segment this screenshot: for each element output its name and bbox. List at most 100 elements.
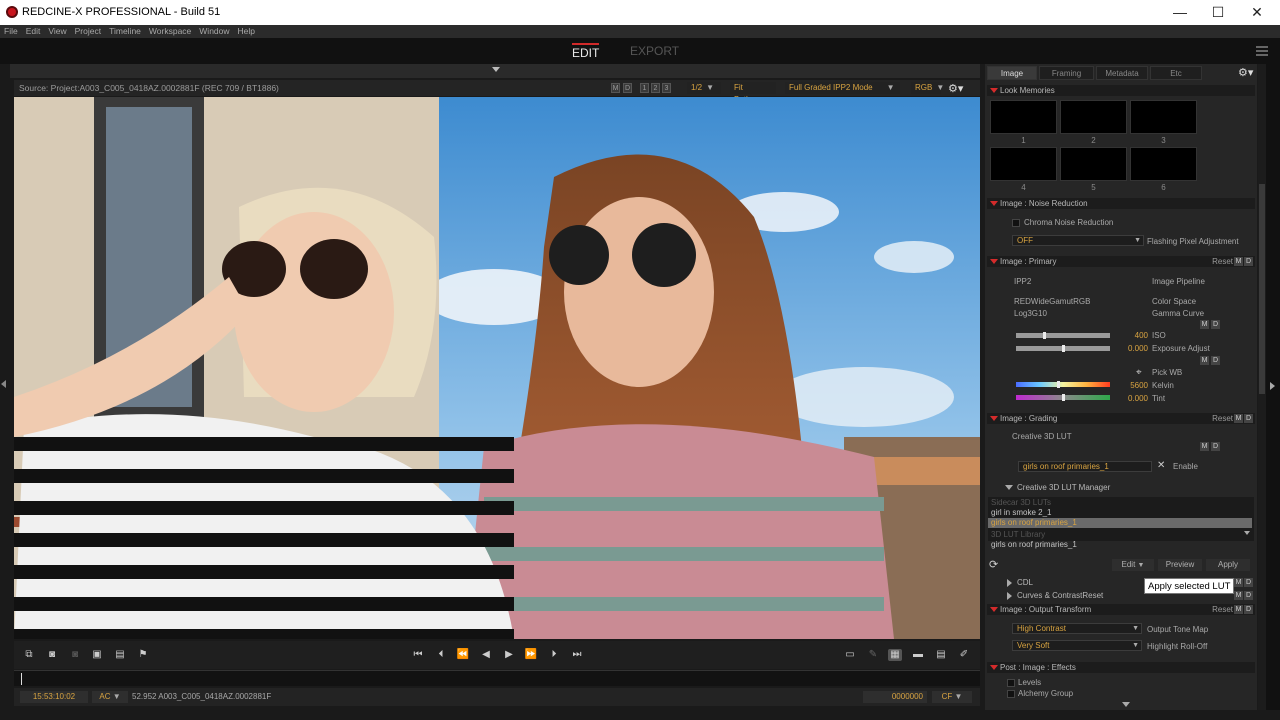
playhead[interactable] <box>21 673 22 685</box>
section-look-memories[interactable]: Look Memories <box>987 85 1255 96</box>
scroll-down-icon[interactable] <box>1244 531 1250 535</box>
timecode-mode-dropdown[interactable]: AC ▼ <box>92 691 128 703</box>
lut-list[interactable]: Sidecar 3D LUTs girl in smoke 2_1 girls … <box>988 497 1254 541</box>
alchemy-checkbox[interactable] <box>1007 690 1015 698</box>
zoom-dropdown[interactable]: 1/2 ▼ <box>687 82 721 94</box>
output-d-button[interactable]: D <box>1244 605 1253 614</box>
curves-reset-button[interactable]: Reset <box>1082 591 1103 600</box>
pick-wb-label[interactable]: Pick WB <box>1152 368 1182 377</box>
panel-settings-gear-icon[interactable]: ⚙▾ <box>1238 66 1253 79</box>
look-memory-slot-5[interactable] <box>1060 147 1127 181</box>
look-memory-slot-4[interactable] <box>990 147 1057 181</box>
menu-view[interactable]: View <box>44 25 70 38</box>
lut-list-item-selected[interactable]: girls on roof primaries_1 <box>988 518 1252 528</box>
cdl-d-button[interactable]: D <box>1244 578 1253 587</box>
section-noise-reduction[interactable]: Image : Noise Reduction <box>987 198 1255 209</box>
menu-window[interactable]: Window <box>195 25 233 38</box>
colorspace-value[interactable]: REDWideGamutRGB <box>1014 297 1090 306</box>
tint-value[interactable]: 0.000 <box>1114 394 1148 403</box>
frame-mode-dropdown[interactable]: CF ▼ <box>932 691 972 703</box>
section-output-transform[interactable]: Image : Output Transform Reset M D <box>987 604 1255 615</box>
lut-manager-header[interactable]: Creative 3D LUT Manager <box>987 482 1255 493</box>
snapshot-icon[interactable]: ◙ <box>45 649 59 661</box>
section-effects[interactable]: Post : Image : Effects <box>987 662 1255 673</box>
panel-scroll-down-icon[interactable] <box>1122 702 1130 707</box>
collapse-down-icon[interactable] <box>492 67 500 72</box>
lut-list-item[interactable]: girl in smoke 2_1 <box>991 508 1051 517</box>
grading-d-button[interactable]: D <box>1244 414 1253 423</box>
go-to-end-icon[interactable]: ⏭ <box>570 649 584 661</box>
framing-icon[interactable]: ▬ <box>911 649 925 661</box>
section-primary[interactable]: Image : Primary Reset M D <box>987 256 1255 267</box>
look-memory-slot-3[interactable] <box>1130 100 1197 134</box>
lut-list-item[interactable]: girls on roof primaries_1 <box>991 540 1077 549</box>
clip-tool-icon[interactable]: ⧉ <box>22 649 36 661</box>
page-1-button[interactable]: 1 <box>640 83 649 93</box>
cdl-m-button[interactable]: M <box>1234 578 1243 587</box>
slider-knob[interactable] <box>1062 394 1065 401</box>
r3d-icon[interactable]: ▣ <box>90 649 104 661</box>
slider-knob[interactable] <box>1062 345 1065 352</box>
primary-d-button[interactable]: D <box>1244 257 1253 266</box>
previous-mark-icon[interactable]: ⏴ <box>434 649 448 661</box>
lut-m-button[interactable]: M <box>1200 442 1209 451</box>
maximize-button[interactable]: ☐ <box>1198 0 1238 25</box>
rolloff-dropdown[interactable]: Very Soft ▼ <box>1012 640 1142 651</box>
look-memory-slot-6[interactable] <box>1130 147 1197 181</box>
menu-timeline[interactable]: Timeline <box>105 25 145 38</box>
tab-framing[interactable]: Framing <box>1039 66 1094 80</box>
step-back-icon[interactable]: ◀ <box>479 649 493 661</box>
expand-right-icon[interactable] <box>1270 382 1275 390</box>
iso-value[interactable]: 400 <box>1114 331 1148 340</box>
split-view-icon[interactable]: ▤ <box>934 649 948 661</box>
levels-checkbox[interactable] <box>1007 679 1015 687</box>
kelvin-value[interactable]: 5600 <box>1114 381 1148 390</box>
fit-dropdown[interactable]: Fit Both▼ <box>730 82 776 104</box>
menu-project[interactable]: Project <box>71 25 105 38</box>
scrollbar-thumb[interactable] <box>1259 184 1265 394</box>
exposure-value[interactable]: 0.000 <box>1114 344 1148 353</box>
viewer-settings-gear-icon[interactable]: ⚙▾ <box>948 82 963 95</box>
chroma-noise-checkbox[interactable] <box>1012 219 1020 227</box>
gamma-value[interactable]: Log3G10 <box>1014 309 1047 318</box>
lut-edit-button[interactable]: Edit ▼ <box>1112 559 1154 571</box>
eyedropper-icon[interactable]: ⌖ <box>1136 367 1142 378</box>
output-m-button[interactable]: M <box>1234 605 1243 614</box>
curves-m-button[interactable]: M <box>1234 591 1243 600</box>
rewind-icon[interactable]: ⏪ <box>456 649 470 661</box>
curves-d-button[interactable]: D <box>1244 591 1253 600</box>
menu-edit[interactable]: Edit <box>22 25 45 38</box>
channel-dropdown[interactable]: RGB ▼ <box>911 82 944 94</box>
grading-reset-button[interactable]: Reset <box>1212 413 1233 424</box>
output-reset-button[interactable]: Reset <box>1212 604 1233 615</box>
tab-edit[interactable]: EDIT <box>572 43 600 60</box>
tab-image[interactable]: Image <box>987 66 1037 80</box>
lut-apply-button[interactable]: Apply <box>1206 559 1250 571</box>
menu-file[interactable]: File <box>0 25 22 38</box>
gamma-d-button[interactable]: D <box>1211 320 1220 329</box>
slider-knob[interactable] <box>1057 381 1060 388</box>
expand-left-icon[interactable] <box>1 380 6 388</box>
panel-scrollbar[interactable] <box>1258 64 1266 710</box>
close-button[interactable]: ✕ <box>1237 0 1277 25</box>
clear-lut-icon[interactable]: ✕ <box>1157 460 1165 471</box>
play-icon[interactable]: ▶ <box>502 649 516 661</box>
lut-d-button[interactable]: D <box>1211 442 1220 451</box>
slider-knob[interactable] <box>1043 332 1046 339</box>
next-mark-icon[interactable]: ⏵ <box>547 649 561 661</box>
edit-view-icon[interactable]: ✐ <box>957 649 971 661</box>
lut-enable-label[interactable]: Enable <box>1173 462 1198 471</box>
tab-etc[interactable]: Etc <box>1150 66 1202 80</box>
go-to-start-icon[interactable]: ⏮ <box>411 649 425 661</box>
viewer-collapse-bar[interactable] <box>10 64 980 78</box>
look-memory-slot-2[interactable] <box>1060 100 1127 134</box>
look-memory-slot-1[interactable] <box>990 100 1057 134</box>
tab-metadata[interactable]: Metadata <box>1096 66 1148 80</box>
menu-help[interactable]: Help <box>234 25 259 38</box>
exposure-d-button[interactable]: D <box>1211 356 1220 365</box>
viewer-d-button[interactable]: D <box>623 83 632 93</box>
gamma-m-button[interactable]: M <box>1200 320 1209 329</box>
grading-m-button[interactable]: M <box>1234 414 1243 423</box>
tab-export[interactable]: EXPORT <box>630 44 679 58</box>
pipeline-value[interactable]: IPP2 <box>1014 277 1031 286</box>
